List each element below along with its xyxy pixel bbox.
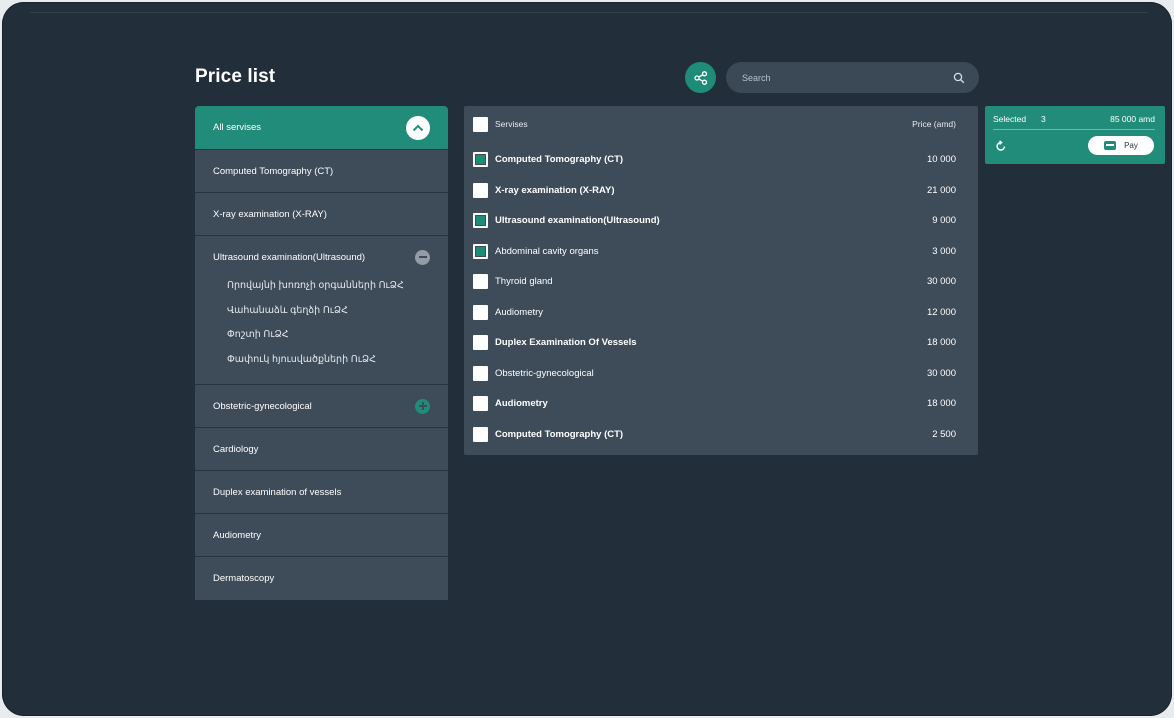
column-header-services: Servises [495, 119, 528, 129]
pay-button[interactable]: Pay [1088, 136, 1154, 155]
expand-plus-icon[interactable] [415, 398, 430, 414]
sidebar-item-ct[interactable]: Computed Tomography (CT) [195, 150, 448, 193]
row-checkbox[interactable] [473, 182, 488, 198]
sidebar-item-dermatoscopy[interactable]: Dermatoscopy [195, 557, 448, 600]
table-row[interactable]: Audiometry 18 000 [464, 388, 978, 418]
row-checkbox[interactable] [473, 274, 488, 289]
sidebar-item-label: X-ray examination (X-RAY) [213, 208, 327, 220]
service-price: 10 000 [926, 154, 956, 165]
table-row[interactable]: Thyroid gland 30 000 [464, 266, 978, 296]
service-price: 12 000 [926, 306, 956, 318]
sidebar-item-label: Obstetric-gynecological [213, 400, 312, 412]
sidebar-subitem[interactable]: Փափուկ հյուսվածքների ՈւՁՀ [213, 348, 430, 373]
app-window: Price list All servises Computed To [2, 2, 1172, 716]
sidebar-item-label: Duplex examination of vessels [213, 486, 342, 498]
sidebar-subitem[interactable]: Վահանաձև գեղձի ՈւՁՀ [213, 299, 430, 324]
search-input[interactable] [740, 71, 953, 84]
selection-summary: Selected 3 85 000 amd Pay [985, 106, 1165, 164]
service-name: Thyroid gland [495, 276, 553, 287]
service-price: 30 000 [926, 276, 956, 287]
pay-label: Pay [1124, 141, 1138, 150]
row-checkbox[interactable] [473, 365, 488, 381]
selected-label: Selected [993, 114, 1027, 124]
service-name: Duplex Examination Of Vessels [495, 337, 637, 348]
chevron-up-icon [412, 124, 424, 131]
total-amount: 85 000 amd [1110, 114, 1155, 124]
service-name: X-ray examination (X-RAY) [495, 184, 615, 196]
table-row[interactable]: Computed Tomography (CT) 2 500 [464, 419, 978, 449]
category-sidebar: All servises Computed Tomography (CT) X-… [195, 106, 448, 600]
service-price: 21 000 [926, 184, 956, 196]
service-name: Computed Tomography (CT) [495, 428, 624, 440]
search-bar[interactable] [726, 62, 979, 93]
sidebar-item-obstetric[interactable]: Obstetric-gynecological [195, 385, 448, 428]
collapse-minus-icon[interactable] [415, 249, 430, 265]
row-checkbox[interactable] [473, 304, 488, 320]
column-header-price: Price (amd) [912, 119, 956, 129]
service-name: Ultrasound examination(Ultrasound) [495, 215, 660, 226]
share-button[interactable] [685, 62, 716, 93]
sidebar-item-label: All servises [213, 122, 262, 133]
row-checkbox[interactable] [473, 213, 488, 228]
sidebar-subitem[interactable]: Փոշտի ՈւՁՀ [213, 323, 430, 348]
ultrasound-subitems: Որովայնի խոռոչի օրգանների ՈւՁՀ Վահանաձև … [213, 274, 430, 372]
sidebar-item-label: Dermatoscopy [213, 573, 275, 584]
service-price: 30 000 [926, 367, 956, 379]
sidebar-item-label: Cardiology [213, 443, 259, 455]
selected-count: 3 [1041, 114, 1046, 124]
service-price: 18 000 [926, 398, 956, 409]
table-row[interactable]: Computed Tomography (CT) 10 000 [464, 144, 978, 174]
sidebar-item-audiometry[interactable]: Audiometry [195, 514, 448, 557]
table-row[interactable]: Ultrasound examination(Ultrasound) 9 000 [464, 205, 978, 235]
table-row[interactable]: Obstetric-gynecological 30 000 [464, 358, 978, 388]
table-row[interactable]: X-ray examination (X-RAY) 21 000 [464, 175, 978, 205]
service-price: 18 000 [926, 337, 956, 348]
service-price: 9 000 [932, 215, 956, 226]
page-title: Price list [195, 66, 276, 87]
top-divider [30, 12, 1148, 13]
sidebar-item-cardiology[interactable]: Cardiology [195, 428, 448, 471]
sidebar-item-xray[interactable]: X-ray examination (X-RAY) [195, 193, 448, 236]
service-price: 3 000 [932, 245, 956, 257]
row-checkbox[interactable] [473, 243, 488, 259]
row-checkbox[interactable] [473, 396, 488, 411]
sidebar-subitem[interactable]: Որովայնի խոռոչի օրգանների ՈւՁՀ [213, 274, 430, 299]
service-name: Audiometry [495, 306, 544, 318]
service-price: 2 500 [932, 428, 956, 440]
table-row[interactable]: Abdominal cavity organs 3 000 [464, 236, 978, 266]
share-icon [693, 70, 707, 85]
table-row[interactable]: Audiometry 12 000 [464, 297, 978, 327]
service-name: Computed Tomography (CT) [495, 154, 624, 165]
refresh-icon[interactable] [995, 140, 1007, 152]
select-all-checkbox[interactable] [473, 117, 488, 132]
service-name: Abdominal cavity organs [495, 245, 599, 257]
table-row[interactable]: Duplex Examination Of Vessels 18 000 [464, 327, 978, 357]
service-name: Audiometry [495, 398, 548, 409]
collapse-button[interactable] [406, 115, 430, 140]
service-name: Obstetric-gynecological [495, 367, 594, 379]
row-checkbox[interactable] [473, 152, 488, 167]
sidebar-item-all-services[interactable]: All servises [195, 106, 448, 150]
sidebar-item-ultrasound[interactable]: Ultrasound examination(Ultrasound) Որովա… [195, 236, 448, 385]
table-header: Servises Price (amd) [464, 106, 978, 142]
row-checkbox[interactable] [473, 335, 488, 350]
sidebar-item-label: Computed Tomography (CT) [213, 165, 334, 177]
sidebar-item-label: Ultrasound examination(Ultrasound) [213, 251, 366, 263]
services-table: Servises Price (amd) Computed Tomography… [464, 106, 978, 455]
summary-divider [993, 129, 1155, 130]
sidebar-item-label: Audiometry [213, 529, 262, 541]
credit-card-icon [1104, 141, 1117, 150]
search-icon[interactable] [953, 72, 965, 84]
row-checkbox[interactable] [473, 426, 488, 442]
sidebar-item-duplex[interactable]: Duplex examination of vessels [195, 471, 448, 514]
